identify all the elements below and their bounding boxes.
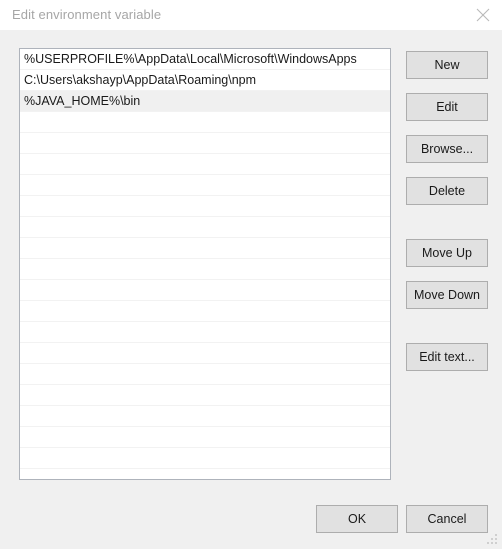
resize-grip-icon[interactable] xyxy=(486,533,499,546)
browse-button[interactable]: Browse... xyxy=(406,135,488,163)
close-button[interactable] xyxy=(464,0,502,30)
list-item[interactable] xyxy=(20,364,390,385)
list-item[interactable] xyxy=(20,385,390,406)
list-item[interactable] xyxy=(20,343,390,364)
new-button[interactable]: New xyxy=(406,51,488,79)
list-item[interactable] xyxy=(20,154,390,175)
ok-button[interactable]: OK xyxy=(316,505,398,533)
list-item[interactable] xyxy=(20,427,390,448)
list-item[interactable] xyxy=(20,238,390,259)
edit-text-button[interactable]: Edit text... xyxy=(406,343,488,371)
title-bar: Edit environment variable xyxy=(0,0,502,30)
list-item[interactable] xyxy=(20,133,390,154)
list-item[interactable]: %USERPROFILE%\AppData\Local\Microsoft\Wi… xyxy=(20,49,390,70)
window-title: Edit environment variable xyxy=(12,7,162,22)
list-item[interactable] xyxy=(20,301,390,322)
list-item[interactable]: C:\Users\akshayp\AppData\Roaming\npm xyxy=(20,70,390,91)
list-item[interactable] xyxy=(20,322,390,343)
move-down-button[interactable]: Move Down xyxy=(406,281,488,309)
list-item[interactable] xyxy=(20,280,390,301)
list-item[interactable] xyxy=(20,448,390,469)
list-item[interactable]: %JAVA_HOME%\bin xyxy=(20,91,390,112)
list-item[interactable] xyxy=(20,196,390,217)
list-item[interactable] xyxy=(20,175,390,196)
list-item[interactable] xyxy=(20,112,390,133)
list-item[interactable] xyxy=(20,259,390,280)
list-item[interactable] xyxy=(20,406,390,427)
cancel-button[interactable]: Cancel xyxy=(406,505,488,533)
move-up-button[interactable]: Move Up xyxy=(406,239,488,267)
list-item[interactable] xyxy=(20,217,390,238)
dialog-client-area: %USERPROFILE%\AppData\Local\Microsoft\Wi… xyxy=(0,30,502,549)
delete-button[interactable]: Delete xyxy=(406,177,488,205)
edit-button[interactable]: Edit xyxy=(406,93,488,121)
path-entries-list[interactable]: %USERPROFILE%\AppData\Local\Microsoft\Wi… xyxy=(19,48,391,480)
